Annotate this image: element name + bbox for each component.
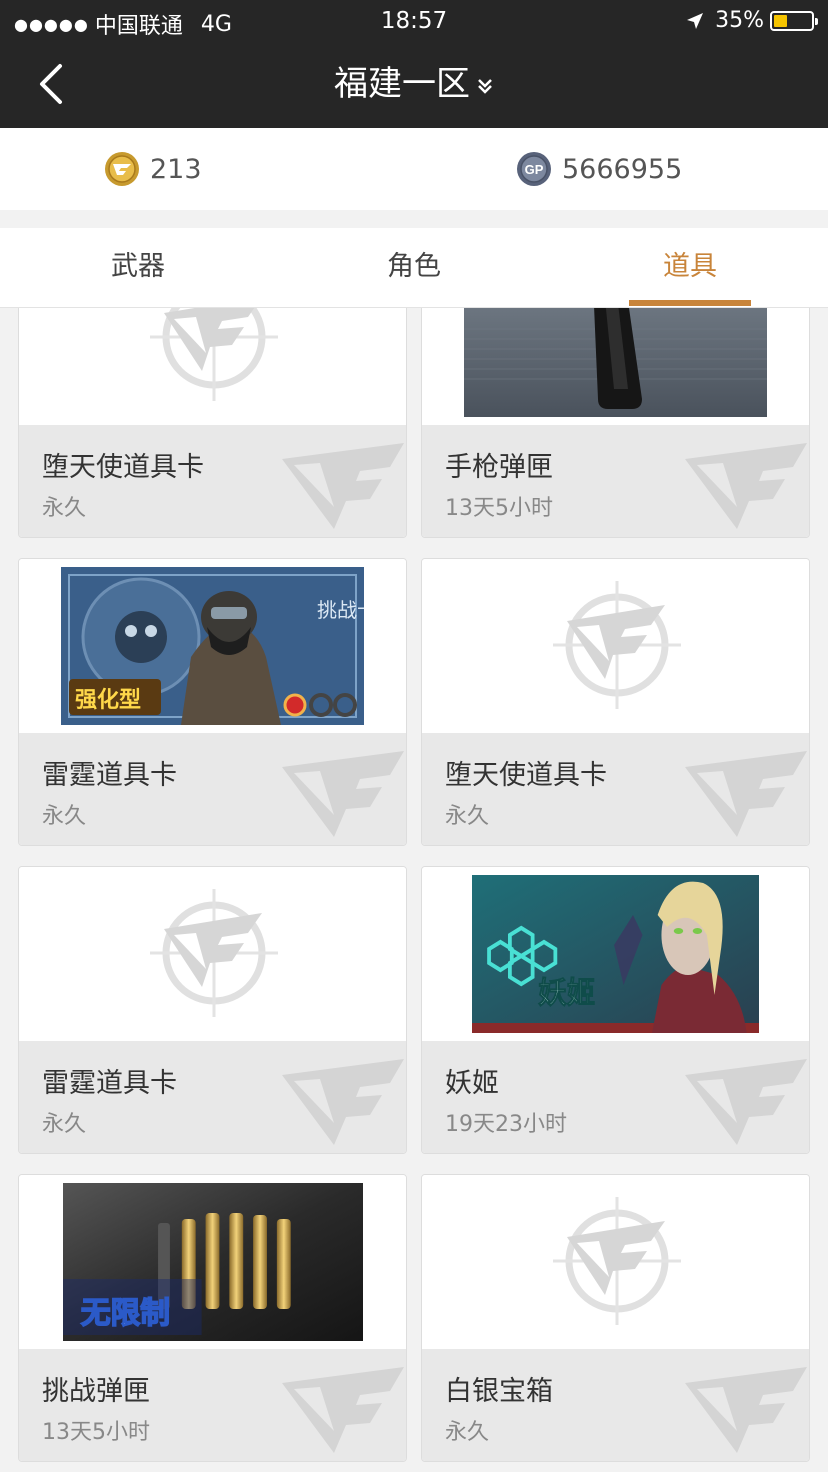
cf-watermark-icon <box>282 1367 404 1453</box>
server-selector[interactable]: 福建一区 <box>0 62 828 106</box>
item-image: 妖姬 <box>422 867 809 1041</box>
tab-items[interactable]: 道具 <box>552 228 828 308</box>
item-image <box>19 308 406 425</box>
ammo-bullets-image: 无限制 <box>63 1183 363 1341</box>
cf-placeholder-logo-icon <box>144 883 284 1023</box>
coin-balance: 213 <box>104 149 202 189</box>
cf-placeholder-logo-icon <box>144 308 284 407</box>
coin-amount: 213 <box>150 153 202 185</box>
item-image: 挑战卡 强化型 <box>19 559 406 733</box>
item-image: 无限制 <box>19 1175 406 1349</box>
item-info: 堕天使道具卡 永久 <box>19 425 406 537</box>
tab-characters[interactable]: 角色 <box>276 228 552 308</box>
item-name: 堕天使道具卡 <box>445 760 607 791</box>
character-portrait-image: 妖姬 <box>472 875 759 1033</box>
item-duration: 永久 <box>42 804 87 829</box>
item-card[interactable]: 妖姬 妖姬 19天23小时 <box>421 866 810 1154</box>
battery-icon <box>770 10 818 31</box>
item-info: 挑战弹匣 13天5小时 <box>19 1349 406 1461</box>
item-name: 白银宝箱 <box>445 1376 553 1407</box>
gp-amount: 5666955 <box>562 153 683 185</box>
item-name: 堕天使道具卡 <box>42 452 204 483</box>
item-info: 手枪弹匣 13天5小时 <box>422 425 809 537</box>
cf-watermark-icon <box>282 1059 404 1145</box>
category-tabs: 武器 角色 道具 <box>0 228 828 308</box>
pistol-magazine-image <box>464 308 767 417</box>
item-card[interactable]: 白银宝箱 永久 <box>421 1174 810 1462</box>
item-card[interactable]: 雷霆道具卡 永久 <box>18 866 407 1154</box>
cf-watermark-icon <box>282 443 404 529</box>
active-tab-indicator <box>629 300 751 306</box>
cf-watermark-icon <box>685 443 807 529</box>
item-info: 堕天使道具卡 永久 <box>422 733 809 845</box>
item-duration: 13天5小时 <box>445 496 553 521</box>
item-card[interactable]: 堕天使道具卡 永久 <box>421 558 810 846</box>
battery-cap <box>815 17 818 25</box>
character-name-label: 妖姬 <box>538 975 595 1010</box>
gp-coin-label: GP <box>525 162 544 177</box>
battery-level <box>774 14 787 27</box>
item-duration: 永久 <box>42 496 87 521</box>
cf-watermark-icon <box>685 751 807 837</box>
item-name: 妖姬 <box>445 1068 499 1099</box>
soldier-card-image: 挑战卡 强化型 <box>61 567 364 725</box>
cf-watermark-icon <box>282 751 404 837</box>
item-info: 白银宝箱 永久 <box>422 1349 809 1461</box>
cf-coin-icon <box>105 152 139 186</box>
item-duration: 永久 <box>445 804 490 829</box>
item-card[interactable]: 堕天使道具卡 永久 <box>18 308 407 538</box>
page-title: 福建一区 <box>334 64 470 104</box>
item-card[interactable]: 无限制 挑战弹匣 13天5小时 <box>18 1174 407 1462</box>
item-name: 雷霆道具卡 <box>42 760 177 791</box>
item-name: 雷霆道具卡 <box>42 1068 177 1099</box>
item-info: 雷霆道具卡 永久 <box>19 1041 406 1153</box>
item-image <box>422 1175 809 1349</box>
item-duration: 19天23小时 <box>445 1112 567 1137</box>
app-header: ●●●●● 中国联通 4G 18:57 35% 福建一区 <box>0 0 828 128</box>
gp-balance: GP 5666955 <box>516 149 682 189</box>
battery-percent: 35% <box>715 8 764 33</box>
item-image <box>422 559 809 733</box>
soldier-side-label: 挑战卡 <box>317 598 364 622</box>
item-card[interactable]: 手枪弹匣 13天5小时 <box>421 308 810 538</box>
item-image <box>19 867 406 1041</box>
item-card[interactable]: 挑战卡 强化型 雷霆道具卡 永久 <box>18 558 407 846</box>
status-right: 35% <box>685 8 818 33</box>
item-name: 手枪弹匣 <box>445 452 553 483</box>
cf-watermark-icon <box>685 1059 807 1145</box>
cf-placeholder-logo-icon <box>547 575 687 715</box>
item-duration: 13天5小时 <box>42 1420 150 1445</box>
cf-watermark-icon <box>685 1367 807 1453</box>
double-chevron-down-icon <box>478 78 492 94</box>
soldier-badge-label: 强化型 <box>75 687 141 713</box>
location-arrow-icon <box>687 12 704 29</box>
item-duration: 永久 <box>42 1112 87 1137</box>
item-info: 妖姬 19天23小时 <box>422 1041 809 1153</box>
currency-bar: 213 GP 5666955 <box>0 128 828 210</box>
item-name: 挑战弹匣 <box>42 1376 150 1407</box>
item-duration: 永久 <box>445 1420 490 1445</box>
ammo-label: 无限制 <box>81 1296 170 1331</box>
tab-weapons[interactable]: 武器 <box>0 228 276 308</box>
gp-coin-icon: GP <box>517 152 551 186</box>
item-grid: 堕天使道具卡 永久 手枪弹匣 13天5小时 挑战 强化型 雷霆道具卡 永久 堕天… <box>0 308 828 1472</box>
item-image <box>422 308 809 425</box>
item-info: 雷霆道具卡 永久 <box>19 733 406 845</box>
status-bar: ●●●●● 中国联通 4G 18:57 35% <box>0 0 828 42</box>
cf-placeholder-logo-icon <box>547 1191 687 1331</box>
